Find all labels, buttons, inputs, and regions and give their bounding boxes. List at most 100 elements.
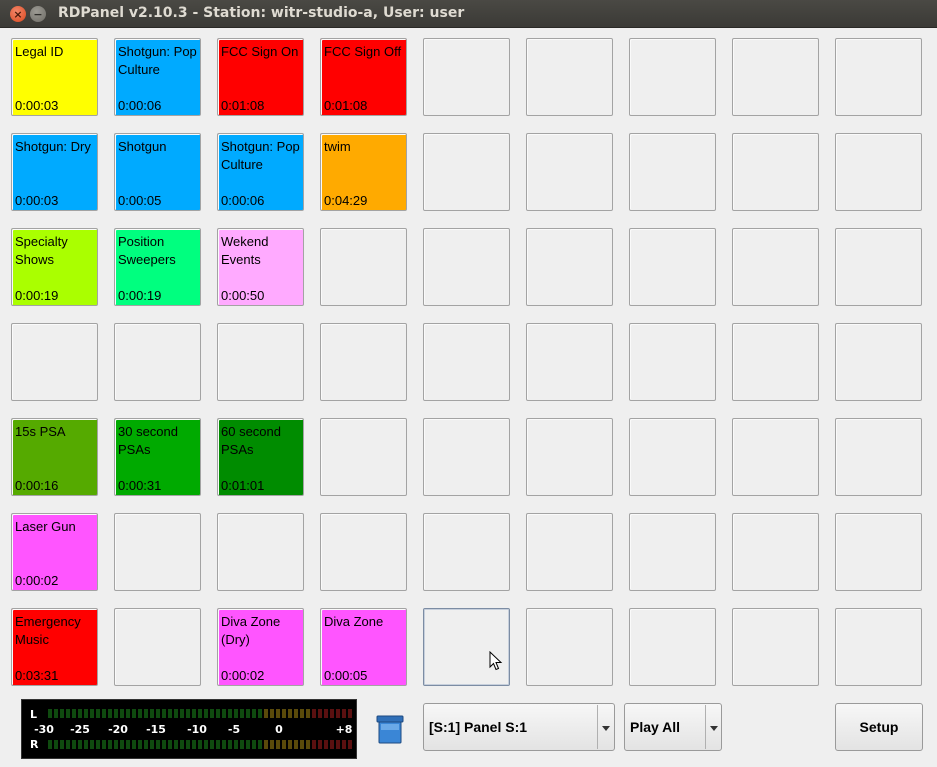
meter-scale-tick: -10 xyxy=(187,723,207,736)
meter-segment xyxy=(150,709,154,718)
empty-cart-button[interactable] xyxy=(732,133,819,211)
cart-button[interactable]: Position Sweepers 0:00:19 xyxy=(114,228,201,306)
cart-button[interactable]: Diva Zone (Dry) 0:00:02 xyxy=(217,608,304,686)
empty-cart-button[interactable] xyxy=(114,608,201,686)
empty-cart-button[interactable] xyxy=(835,418,922,496)
empty-cart-button[interactable] xyxy=(423,38,510,116)
meter-segment xyxy=(180,709,184,718)
empty-cart-button[interactable] xyxy=(732,608,819,686)
empty-cart-button[interactable] xyxy=(423,323,510,401)
meter-segment xyxy=(180,740,184,749)
meter-left-bar xyxy=(48,709,352,718)
cart-button-label: FCC Sign On xyxy=(221,44,299,59)
meter-segment xyxy=(234,740,238,749)
empty-cart-button[interactable] xyxy=(835,323,922,401)
meter-segment xyxy=(156,709,160,718)
empty-cart-button[interactable] xyxy=(526,323,613,401)
cart-button-length: 0:04:29 xyxy=(324,193,368,208)
empty-cart-button[interactable] xyxy=(526,38,613,116)
empty-cart-button[interactable] xyxy=(423,418,510,496)
minimize-icon[interactable]: − xyxy=(30,6,46,22)
cart-button[interactable]: Shotgun 0:00:05 xyxy=(114,133,201,211)
empty-cart-button[interactable] xyxy=(320,323,407,401)
setup-button[interactable]: Setup xyxy=(835,703,923,751)
empty-cart-button[interactable] xyxy=(835,608,922,686)
cart-button[interactable]: Emergency Music 0:03:31 xyxy=(11,608,98,686)
cart-button-label: Legal ID xyxy=(15,44,64,59)
cart-button[interactable]: Shotgun: Dry 0:00:03 xyxy=(11,133,98,211)
empty-cart-button[interactable] xyxy=(526,513,613,591)
cart-button[interactable]: 30 second PSAs 0:00:31 xyxy=(114,418,201,496)
meter-segment xyxy=(84,740,88,749)
empty-cart-button[interactable] xyxy=(732,513,819,591)
chevron-down-icon[interactable] xyxy=(602,726,610,731)
meter-segment xyxy=(48,740,52,749)
meter-scale-tick: -5 xyxy=(227,723,241,736)
empty-cart-button[interactable] xyxy=(732,228,819,306)
cart-button[interactable]: 15s PSA 0:00:16 xyxy=(11,418,98,496)
meter-segment xyxy=(138,740,142,749)
panel-selector[interactable]: [S:1] Panel S:1 xyxy=(423,703,615,751)
empty-cart-button[interactable] xyxy=(835,228,922,306)
meter-segment xyxy=(192,740,196,749)
empty-cart-button[interactable] xyxy=(732,323,819,401)
empty-cart-button[interactable] xyxy=(629,513,716,591)
cart-button[interactable]: 60 second PSAs 0:01:01 xyxy=(217,418,304,496)
cart-button[interactable]: FCC Sign On 0:01:08 xyxy=(217,38,304,116)
cart-button[interactable]: Wekend Events 0:00:50 xyxy=(217,228,304,306)
cart-button[interactable]: FCC Sign Off 0:01:08 xyxy=(320,38,407,116)
meter-segment xyxy=(90,709,94,718)
empty-cart-button[interactable] xyxy=(732,418,819,496)
empty-cart-button[interactable] xyxy=(629,608,716,686)
empty-cart-button[interactable] xyxy=(629,38,716,116)
cart-button-length: 0:01:08 xyxy=(324,98,368,113)
empty-cart-button[interactable] xyxy=(629,133,716,211)
trash-icon[interactable] xyxy=(376,714,404,744)
meter-segment xyxy=(144,740,148,749)
empty-cart-button[interactable] xyxy=(526,133,613,211)
empty-cart-button[interactable] xyxy=(835,513,922,591)
empty-cart-button[interactable] xyxy=(423,228,510,306)
meter-segment xyxy=(342,740,346,749)
cart-button-length: 0:00:16 xyxy=(15,478,59,493)
meter-segment xyxy=(132,740,136,749)
close-icon[interactable]: × xyxy=(10,6,26,22)
empty-cart-button[interactable] xyxy=(320,228,407,306)
meter-segment xyxy=(72,740,76,749)
empty-cart-button[interactable] xyxy=(423,133,510,211)
cart-button[interactable]: twim 0:04:29 xyxy=(320,133,407,211)
play-all-button[interactable]: Play All xyxy=(624,703,722,751)
empty-cart-button[interactable] xyxy=(114,323,201,401)
empty-cart-button[interactable] xyxy=(217,513,304,591)
cart-button[interactable]: Legal ID 0:00:03 xyxy=(11,38,98,116)
empty-cart-button[interactable] xyxy=(629,228,716,306)
empty-cart-button[interactable] xyxy=(423,608,510,686)
empty-cart-button[interactable] xyxy=(629,418,716,496)
meter-segment xyxy=(168,709,172,718)
meter-segment xyxy=(96,709,100,718)
cart-button[interactable]: Diva Zone 0:00:05 xyxy=(320,608,407,686)
empty-cart-button[interactable] xyxy=(320,513,407,591)
empty-cart-button[interactable] xyxy=(320,418,407,496)
empty-cart-button[interactable] xyxy=(526,418,613,496)
cart-button-label: Shotgun xyxy=(118,139,167,154)
empty-cart-button[interactable] xyxy=(835,38,922,116)
empty-cart-button[interactable] xyxy=(732,38,819,116)
empty-cart-button[interactable] xyxy=(526,228,613,306)
empty-cart-button[interactable] xyxy=(114,513,201,591)
meter-segment xyxy=(300,709,304,718)
cart-button[interactable]: Shotgun: Pop Culture 0:00:06 xyxy=(114,38,201,116)
cart-button[interactable]: Specialty Shows 0:00:19 xyxy=(11,228,98,306)
cart-button[interactable]: Shotgun: Pop Culture 0:00:06 xyxy=(217,133,304,211)
chevron-down-icon[interactable] xyxy=(710,726,718,731)
empty-cart-button[interactable] xyxy=(423,513,510,591)
empty-cart-button[interactable] xyxy=(526,608,613,686)
empty-cart-button[interactable] xyxy=(835,133,922,211)
empty-cart-button[interactable] xyxy=(629,323,716,401)
meter-segment xyxy=(54,709,58,718)
meter-segment xyxy=(228,709,232,718)
cart-button[interactable]: Laser Gun 0:00:02 xyxy=(11,513,98,591)
empty-cart-button[interactable] xyxy=(217,323,304,401)
meter-segment xyxy=(78,709,82,718)
empty-cart-button[interactable] xyxy=(11,323,98,401)
